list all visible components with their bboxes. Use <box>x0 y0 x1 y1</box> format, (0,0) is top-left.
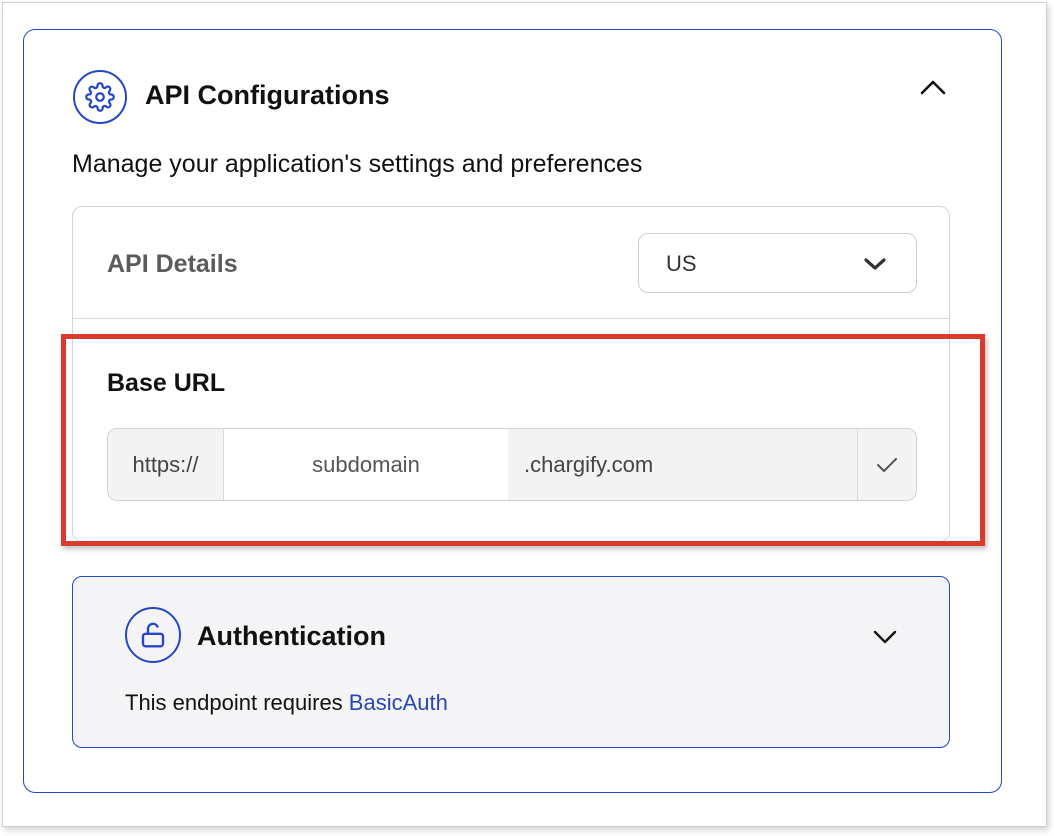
chevron-down-icon <box>862 254 888 274</box>
unlock-icon <box>125 607 181 663</box>
base-url-input-group: https:// .chargify.com <box>107 428 917 501</box>
region-select[interactable]: US <box>638 233 917 293</box>
basic-auth-link[interactable]: BasicAuth <box>349 690 448 715</box>
collapse-panel-button[interactable] <box>918 76 948 98</box>
api-details-title: API Details <box>107 250 238 278</box>
api-details-card: API Details US Base URL https:// .chargi… <box>72 206 950 542</box>
authentication-title: Authentication <box>197 621 386 651</box>
chevron-down-icon <box>873 630 897 644</box>
chevron-up-icon <box>920 80 946 95</box>
panel-subtitle: Manage your application's settings and p… <box>72 150 643 178</box>
expand-authentication-button[interactable] <box>871 627 899 647</box>
subdomain-input[interactable] <box>224 429 508 500</box>
confirm-url-button[interactable] <box>857 429 916 500</box>
authentication-requirement-text: This endpoint requires <box>125 690 349 715</box>
region-selected-value: US <box>666 251 697 276</box>
page-title: API Configurations <box>145 80 390 110</box>
gear-icon <box>73 70 127 124</box>
api-details-header: API Details US <box>73 207 949 319</box>
base-url-label: Base URL <box>107 369 226 397</box>
authentication-section[interactable]: Authentication This endpoint requires Ba… <box>72 576 950 748</box>
authentication-description: This endpoint requires BasicAuth <box>125 690 448 716</box>
url-protocol-prefix: https:// <box>108 429 224 500</box>
url-domain-suffix: .chargify.com <box>524 451 654 477</box>
check-icon <box>877 457 897 472</box>
